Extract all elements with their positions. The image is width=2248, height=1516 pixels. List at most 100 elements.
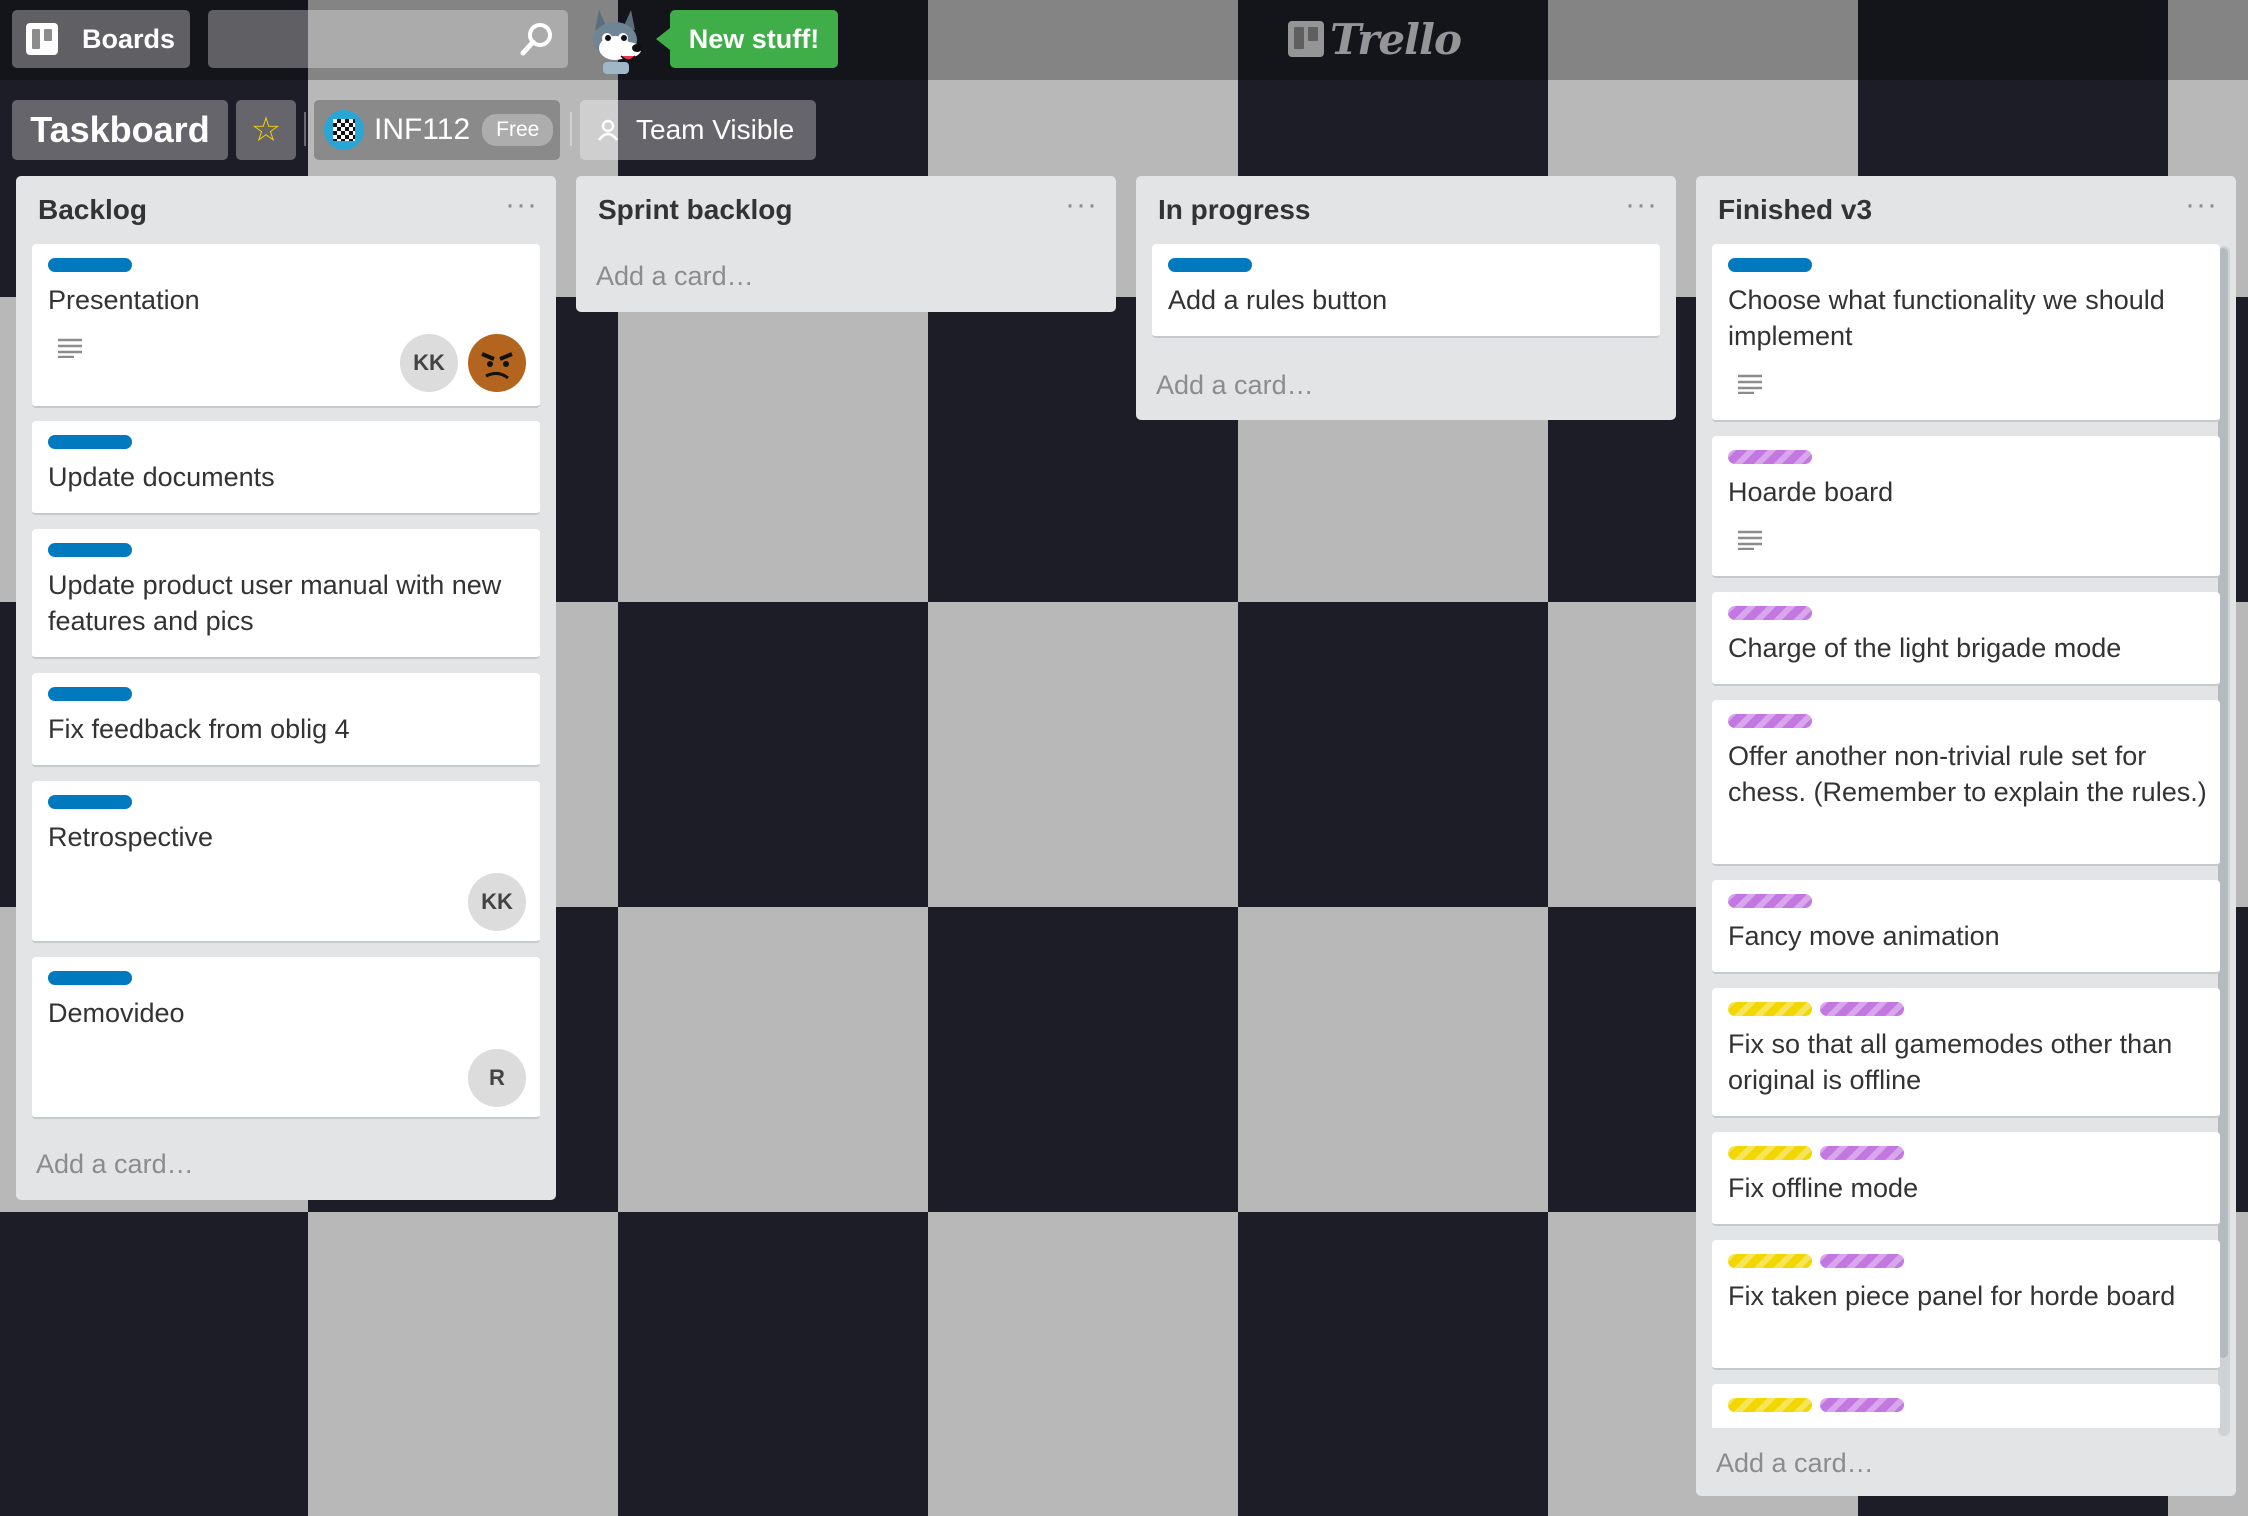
card-labels [1168,258,1252,272]
card-title: Demovideo [48,998,185,1028]
card[interactable]: Fix so that all gamemodes other than ori… [1712,988,2220,1118]
card[interactable] [1712,1384,2220,1428]
list-menu-icon[interactable]: ··· [505,188,538,222]
star-icon: ☆ [250,111,282,149]
member-avatar-photo[interactable] [468,334,526,392]
card[interactable]: Fix taken piece panel for horde board [1712,1240,2220,1370]
card[interactable]: Choose what functionality we should impl… [1712,244,2220,422]
list-header: Sprint backlog ··· [576,176,1116,242]
member-avatar[interactable]: R [468,1049,526,1107]
boards-button[interactable]: Boards [12,10,190,68]
card-labels [1728,1254,1904,1268]
card-labels [48,687,132,701]
search-input[interactable] [208,10,568,68]
visibility-label: Team Visible [636,114,795,145]
add-card-link[interactable]: Add a card… [1156,370,1314,401]
card[interactable]: Retrospective KK [32,781,540,943]
label-purple [1728,714,1812,728]
card-title: Fix feedback from oblig 4 [48,714,350,744]
label-purple [1820,1002,1904,1016]
card-title: Retrospective [48,822,214,852]
card[interactable]: Offer another non-trivial rule set for c… [1712,700,2220,866]
card[interactable]: Add a rules button [1152,244,1660,338]
list-title[interactable]: Backlog [38,194,147,226]
member-avatar[interactable]: KK [400,334,458,392]
header-divider [304,112,306,146]
new-stuff-label: New stuff! [688,23,820,54]
card-title: Fix so that all gamemodes other than ori… [1728,1029,2173,1095]
board-title[interactable]: Taskboard [12,100,228,160]
card-labels [48,435,132,449]
card-labels [48,971,132,985]
label-blue [1168,258,1252,272]
add-card-link[interactable]: Add a card… [1716,1448,1874,1479]
card-title: Offer another non-trivial rule set for c… [1728,741,2207,807]
card[interactable]: Demovideo R [32,957,540,1119]
label-blue [48,795,132,809]
top-header: Boards New stuff! Trello [0,0,2248,80]
add-card-link[interactable]: Add a card… [596,261,754,292]
card-labels [1728,606,1812,620]
label-blue [48,971,132,985]
label-purple [1820,1398,1904,1412]
card-labels [1728,894,1812,908]
description-icon [1738,374,1762,394]
card-labels [1728,450,1812,464]
label-purple [1728,606,1812,620]
label-blue [48,435,132,449]
card-title: Choose what functionality we should impl… [1728,285,2165,351]
star-board-button[interactable]: ☆ [236,100,296,160]
trello-logo-icon [1288,21,1324,57]
card-labels [48,795,132,809]
card[interactable]: Fancy move animation [1712,880,2220,974]
card-title: Fix taken piece panel for horde board [1728,1281,2176,1311]
trello-logo-text: Trello [1330,14,1462,64]
taco-mascot-icon[interactable] [585,6,657,76]
card-title: Fancy move animation [1728,921,2000,951]
description-icon [58,338,82,358]
card[interactable]: Hoarde board [1712,436,2220,578]
label-yellow [1728,1146,1812,1160]
card[interactable]: Fix offline mode [1712,1132,2220,1226]
trello-logo[interactable]: Trello [1288,14,1462,64]
card-title: Add a rules button [1168,285,1388,315]
boards-button-label: Boards [82,23,176,54]
description-icon [1738,530,1762,550]
label-blue [48,687,132,701]
label-purple [1820,1146,1904,1160]
list-title[interactable]: Sprint backlog [598,194,792,226]
card-labels [48,258,132,272]
label-yellow [1728,1398,1812,1412]
new-stuff-button[interactable]: New stuff! [656,10,838,68]
card[interactable]: Charge of the light brigade mode [1712,592,2220,686]
board-title-text: Taskboard [30,109,210,150]
card-title: Charge of the light brigade mode [1728,633,2122,663]
list-finished-v3: Finished v3 ··· Choose what functionalit… [1696,176,2236,1496]
visibility-button[interactable]: Team Visible [580,100,816,160]
label-purple [1728,450,1812,464]
card-labels [1728,1398,1904,1412]
card-title: Presentation [48,285,200,315]
card[interactable]: Update product user manual with new feat… [32,529,540,659]
list-header: Backlog ··· [16,176,556,242]
card-labels [1728,258,1812,272]
add-card-link[interactable]: Add a card… [36,1149,194,1180]
header-divider [570,112,572,146]
card[interactable]: Presentation KK [32,244,540,408]
team-avatar [324,110,364,150]
card-title: Fix offline mode [1728,1173,1919,1203]
list-title[interactable]: In progress [1158,194,1310,226]
label-blue [48,543,132,557]
label-yellow [1728,1254,1812,1268]
label-blue [1728,258,1812,272]
label-purple [1728,894,1812,908]
search-icon[interactable] [518,20,556,58]
list-menu-icon[interactable]: ··· [1625,188,1658,222]
member-avatar[interactable]: KK [468,873,526,931]
card[interactable]: Update documents [32,421,540,515]
list-menu-icon[interactable]: ··· [1065,188,1098,222]
card-labels [1728,1002,1904,1016]
card-title: Hoarde board [1728,477,1894,507]
team-button[interactable]: INF112 Free [314,100,560,160]
card[interactable]: Fix feedback from oblig 4 [32,673,540,767]
